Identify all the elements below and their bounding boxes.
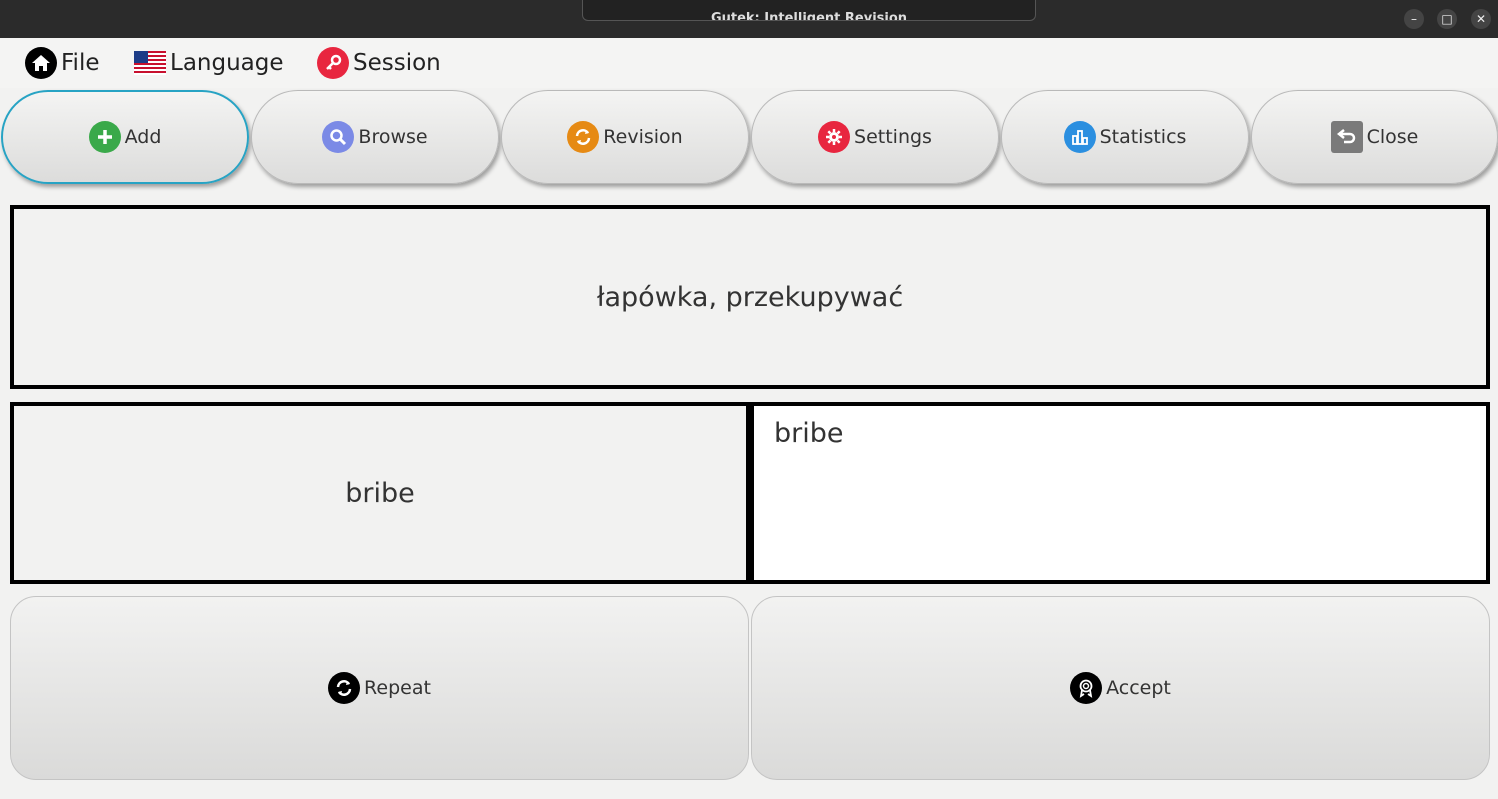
repeat-icon bbox=[328, 672, 361, 704]
menu-file-label: File bbox=[61, 50, 100, 76]
expected-answer-text: bribe bbox=[345, 477, 415, 509]
menu-language-label: Language bbox=[170, 50, 284, 76]
repeat-label: Repeat bbox=[364, 677, 431, 699]
maximize-button[interactable]: □ bbox=[1437, 9, 1457, 29]
home-icon bbox=[25, 47, 57, 79]
us-flag-icon bbox=[134, 51, 166, 75]
revision-label: Revision bbox=[603, 126, 683, 148]
menu-session-label: Session bbox=[353, 50, 441, 76]
statistics-button[interactable]: Statistics bbox=[1001, 90, 1249, 184]
expected-answer-panel: bribe bbox=[10, 402, 750, 584]
close-label: Close bbox=[1366, 126, 1419, 148]
menu-language[interactable]: Language bbox=[134, 38, 284, 88]
close-button[interactable]: Close bbox=[1251, 90, 1498, 184]
settings-button[interactable]: Settings bbox=[751, 90, 999, 184]
settings-label: Settings bbox=[854, 126, 932, 148]
window-title: Gutek: Intelligent Revision bbox=[582, 0, 1036, 21]
repeat-button[interactable]: Repeat bbox=[10, 596, 749, 780]
toolbar: Add Browse Revision Settings Statistics … bbox=[0, 88, 1498, 192]
menu-session[interactable]: Session bbox=[317, 38, 441, 88]
exit-icon bbox=[1330, 121, 1363, 153]
answer-input[interactable]: bribe bbox=[750, 402, 1490, 584]
browse-button[interactable]: Browse bbox=[251, 90, 499, 184]
accept-label: Accept bbox=[1106, 677, 1171, 699]
minimize-button[interactable]: – bbox=[1404, 9, 1424, 29]
statistics-label: Statistics bbox=[1099, 126, 1187, 148]
accept-button[interactable]: Accept bbox=[751, 596, 1490, 780]
question-panel: łapówka, przekupywać bbox=[10, 205, 1490, 389]
search-icon bbox=[322, 121, 355, 153]
plus-icon bbox=[88, 121, 121, 153]
bar-chart-icon bbox=[1063, 121, 1096, 153]
award-icon bbox=[1070, 672, 1103, 704]
menu-bar: File Language Session bbox=[0, 38, 1498, 88]
browse-label: Browse bbox=[358, 126, 428, 148]
window-titlebar: Gutek: Intelligent Revision – □ ✕ bbox=[0, 0, 1498, 38]
menu-file[interactable]: File bbox=[25, 38, 100, 88]
revision-button[interactable]: Revision bbox=[501, 90, 749, 184]
question-text: łapówka, przekupywać bbox=[596, 281, 904, 313]
add-button[interactable]: Add bbox=[1, 90, 249, 184]
key-icon bbox=[317, 47, 349, 79]
add-label: Add bbox=[124, 126, 162, 148]
repeat-icon bbox=[567, 121, 600, 153]
gear-icon bbox=[818, 121, 851, 153]
window-close-button[interactable]: ✕ bbox=[1471, 9, 1491, 29]
